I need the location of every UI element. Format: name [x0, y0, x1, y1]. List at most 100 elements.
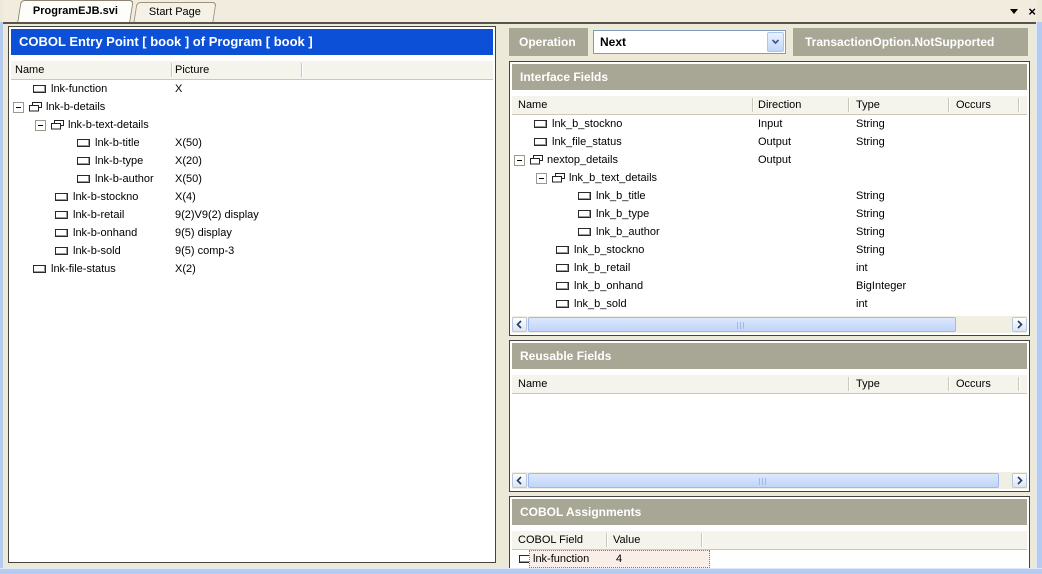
section-title: Interface Fields — [512, 64, 1027, 90]
field-picture: X(50) — [175, 170, 202, 188]
cobol-field-value[interactable]: 4 — [616, 551, 622, 567]
tree-row[interactable]: lnk-b-retail9(2)V9(2) display — [11, 206, 493, 224]
scroll-right-button[interactable] — [1012, 473, 1027, 488]
tree-row[interactable]: lnk-b-text-details — [11, 116, 493, 134]
column-header-cell: Value — [613, 531, 640, 549]
field-name: lnk_file_status — [552, 133, 622, 151]
horizontal-scrollbar[interactable] — [512, 472, 1027, 489]
close-icon[interactable]: × — [1028, 6, 1036, 18]
field-picture: X(4) — [175, 188, 196, 206]
tree-row[interactable]: lnk_b_stockno String — [512, 241, 1027, 259]
column-header-cell: Type — [856, 96, 880, 114]
tree-row[interactable]: lnk-b-author X(50) — [11, 170, 493, 188]
tree-row[interactable]: lnk-b-title X(50) — [11, 134, 493, 152]
horizontal-scrollbar[interactable] — [512, 316, 1027, 333]
scroll-right-button[interactable] — [1012, 317, 1027, 332]
collapse-expander-icon[interactable] — [536, 173, 547, 184]
window-controls: × — [1010, 5, 1036, 18]
field-direction: Input — [758, 115, 782, 133]
field-type: String — [856, 133, 885, 151]
field-name: lnk_b_stockno — [552, 115, 622, 133]
chevron-left-icon — [516, 476, 523, 485]
window-border — [0, 568, 1042, 574]
column-header-cell: Name — [518, 96, 547, 114]
field-picture: X(2) — [175, 260, 196, 278]
tree-row[interactable]: lnk-functionX — [11, 80, 493, 98]
field-icon — [55, 193, 68, 201]
field-icon — [556, 282, 569, 290]
chevron-left-icon — [516, 320, 523, 329]
field-name: lnk_b_onhand — [574, 277, 643, 295]
column-header-cell: Name — [518, 375, 547, 393]
tab-label: ProgramEJB.svi — [33, 1, 118, 22]
field-name: lnk-function — [51, 80, 107, 98]
scrollbar-thumb[interactable] — [528, 473, 999, 488]
field-direction: Output — [758, 151, 791, 169]
tree-row[interactable]: lnk_b_retailint — [512, 259, 1027, 277]
field-icon — [578, 192, 591, 200]
field-name: lnk-b-title — [95, 134, 140, 152]
tree-row[interactable]: lnk_b_stocknoInputString — [512, 115, 1027, 133]
field-icon — [33, 85, 46, 93]
field-name: lnk_b_author — [596, 223, 660, 241]
tree-row[interactable]: lnk-file-statusX(2) — [11, 260, 493, 278]
field-name: nextop_details — [547, 151, 618, 169]
selected-assignment[interactable]: lnk-function4 — [529, 550, 710, 568]
tree-row[interactable]: lnk_b_typeString — [512, 205, 1027, 223]
field-type: String — [856, 187, 885, 205]
tab-start-page[interactable]: Start Page — [133, 2, 216, 22]
section-title: Reusable Fields — [512, 343, 1027, 369]
cobol-entry-point-panel: COBOL Entry Point [ book ] of Program [ … — [8, 26, 496, 563]
tree-row[interactable]: lnk_b_authorString — [512, 223, 1027, 241]
collapse-expander-icon[interactable] — [514, 155, 525, 166]
field-type: String — [856, 205, 885, 223]
column-header-cell: Occurs — [956, 96, 991, 114]
tree-row[interactable]: lnk_b_soldint — [512, 295, 1027, 313]
tree-row[interactable]: lnk_b_text_details — [512, 169, 1027, 187]
section-title: COBOL Assignments — [512, 499, 1027, 525]
tree-row[interactable]: lnk-b-sold9(5) comp-3 — [11, 242, 493, 260]
field-icon — [556, 246, 569, 254]
tree-row[interactable]: lnk-b-typeX(20) — [11, 152, 493, 170]
field-name: lnk_b_text_details — [569, 169, 657, 187]
collapse-expander-icon[interactable] — [13, 102, 24, 113]
field-type: String — [856, 241, 885, 259]
scroll-left-button[interactable] — [512, 317, 527, 332]
interface-fields-panel: Interface Fields NameDirectionTypeOccurs… — [509, 61, 1030, 336]
reusable-column-header: NameTypeOccurs — [512, 375, 1027, 394]
panel-title: COBOL Entry Point [ book ] of Program [ … — [11, 29, 493, 55]
tab-list-dropdown-icon[interactable] — [1010, 9, 1018, 18]
assignments-column-header: COBOL Field Value — [512, 531, 1027, 550]
tree-row[interactable]: nextop_details Output — [512, 151, 1027, 169]
collapse-expander-icon[interactable] — [35, 120, 46, 131]
field-name: lnk-b-author — [95, 170, 154, 188]
operation-select[interactable]: Next — [593, 30, 786, 54]
column-divider — [948, 377, 949, 391]
tab-label: Start Page — [149, 3, 201, 22]
field-icon — [55, 229, 68, 237]
field-name: lnk-b-type — [95, 152, 143, 170]
field-name: lnk-b-details — [46, 98, 105, 116]
scroll-left-button[interactable] — [512, 473, 527, 488]
field-name: lnk_b_stockno — [574, 241, 644, 259]
field-icon — [578, 210, 591, 218]
column-header-cell: Name — [15, 61, 44, 79]
column-header-cell: COBOL Field — [518, 531, 583, 549]
tree-row[interactable]: lnk_b_onhandBigInteger — [512, 277, 1027, 295]
scrollbar-thumb[interactable] — [528, 317, 956, 332]
tab-programejb[interactable]: ProgramEJB.svi — [17, 0, 133, 22]
field-picture: X(50) — [175, 134, 202, 152]
interface-column-header: NameDirectionTypeOccurs — [512, 96, 1027, 115]
dropdown-button[interactable] — [767, 32, 784, 52]
tree-row[interactable]: lnk-b-stocknoX(4) — [11, 188, 493, 206]
field-icon — [77, 157, 90, 165]
field-type: int — [856, 295, 868, 313]
tree-row[interactable]: lnk-b-details — [11, 98, 493, 116]
field-picture: 9(5) display — [175, 224, 232, 242]
operation-selected-value: Next — [600, 31, 626, 53]
tree-row[interactable]: lnk_file_statusOutputString — [512, 133, 1027, 151]
tree-row[interactable]: lnk-b-onhand9(5) display — [11, 224, 493, 242]
field-name: lnk_b_title — [596, 187, 646, 205]
tree-row[interactable]: lnk_b_title String — [512, 187, 1027, 205]
assignment-row[interactable]: lnk-function4 — [512, 550, 1027, 568]
